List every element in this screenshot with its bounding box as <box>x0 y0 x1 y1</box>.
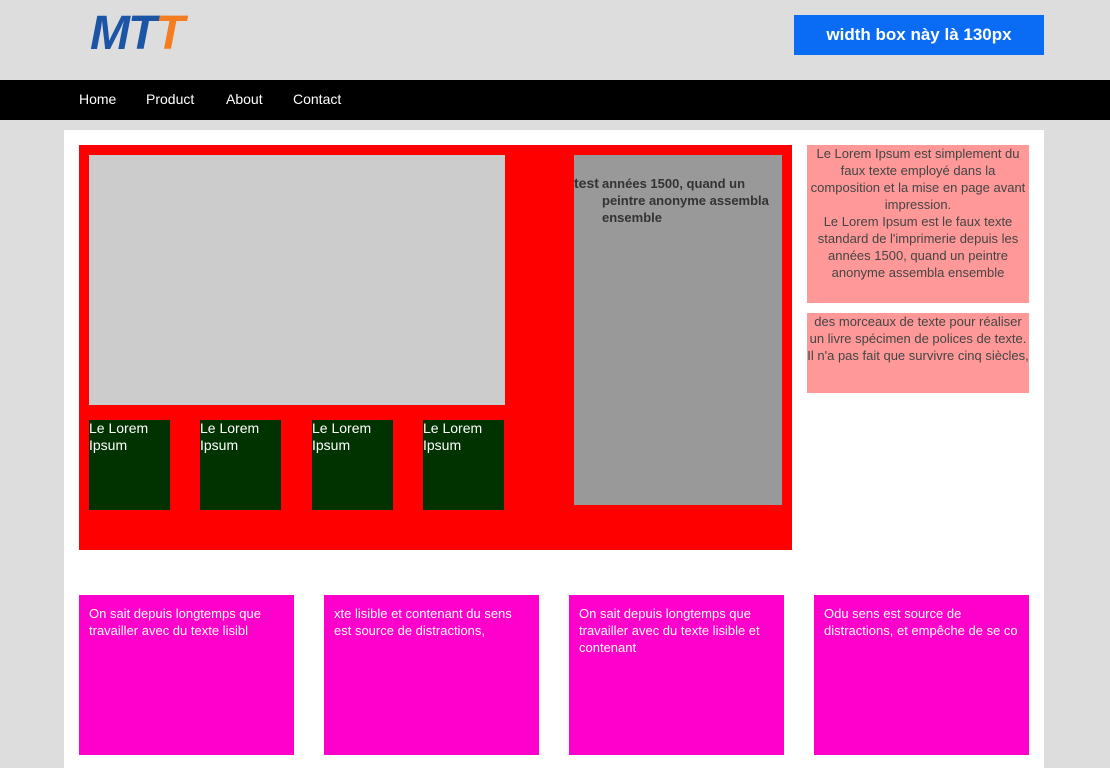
aside-box-1-line2: Le Lorem Ipsum est le faux texte standar… <box>817 214 1019 280</box>
thumb-1: Le Lorem Ipsum <box>89 420 170 510</box>
content-container: Le Lorem Ipsum Le Lorem Ipsum Le Lorem I… <box>64 130 1044 768</box>
thumb-4: Le Lorem Ipsum <box>423 420 504 510</box>
logo-m: M <box>90 7 130 60</box>
logo-t2: T <box>155 7 184 60</box>
aside-box-2: des morceaux de texte pour réaliser un l… <box>807 313 1029 393</box>
thumb-3: Le Lorem Ipsum <box>312 420 393 510</box>
logo-t1: T <box>127 7 157 60</box>
width-box: width box này là 130px <box>794 15 1044 55</box>
card-3: On sait depuis longtemps que travailler … <box>569 595 784 755</box>
header: MTT width box này là 130px <box>0 0 1110 80</box>
side-text: années 1500, quand un peintre anonyme as… <box>602 176 769 225</box>
side-grey-box: test années 1500, quand un peintre anony… <box>574 155 782 505</box>
aside-box-1-line1: Le Lorem Ipsum est simplement du faux te… <box>810 146 1026 212</box>
nav-product[interactable]: Product <box>146 80 194 120</box>
card-1: On sait depuis longtemps que travailler … <box>79 595 294 755</box>
navbar: Home Product About Contact <box>0 80 1110 120</box>
card-4: Odu sens est source de distractions, et … <box>814 595 1029 755</box>
hero-placeholder <box>89 155 505 405</box>
card-2: xte lisible et contenant du sens est sou… <box>324 595 539 755</box>
aside-box-1: Le Lorem Ipsum est simplement du faux te… <box>807 145 1029 303</box>
logo[interactable]: MTT <box>90 6 185 62</box>
nav-contact[interactable]: Contact <box>293 80 341 120</box>
nav-home[interactable]: Home <box>79 80 116 120</box>
test-label: test <box>574 175 599 191</box>
thumb-2: Le Lorem Ipsum <box>200 420 281 510</box>
nav-about[interactable]: About <box>226 80 263 120</box>
main-red-box: Le Lorem Ipsum Le Lorem Ipsum Le Lorem I… <box>79 145 792 550</box>
